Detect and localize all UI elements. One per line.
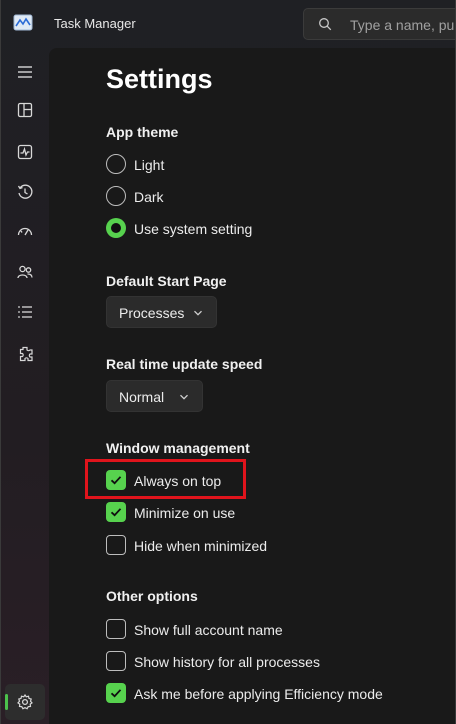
theme-dark-label[interactable]: Dark xyxy=(134,189,164,205)
update-speed-value: Normal xyxy=(119,389,165,405)
efficiency-mode-prompt-checkbox[interactable] xyxy=(106,683,126,703)
default-start-page-heading: Default Start Page xyxy=(106,273,227,289)
nav-details[interactable] xyxy=(5,294,45,330)
nav-performance[interactable] xyxy=(5,134,45,170)
show-history-all-processes-checkbox[interactable] xyxy=(106,651,126,671)
settings-icon xyxy=(17,693,33,710)
theme-dark-radio[interactable] xyxy=(106,186,126,206)
default-start-page-dropdown[interactable]: Processes xyxy=(106,296,217,328)
nav-menu-button[interactable] xyxy=(5,54,45,90)
app-history-icon xyxy=(17,184,33,199)
window-management-heading: Window management xyxy=(106,440,250,456)
sidebar-nav xyxy=(1,48,49,724)
nav-startup-apps[interactable] xyxy=(5,214,45,250)
checkmark-icon xyxy=(110,508,122,517)
show-history-all-processes-label[interactable]: Show history for all processes xyxy=(134,654,320,670)
app-title: Task Manager xyxy=(54,16,136,31)
minimize-on-use-checkbox[interactable] xyxy=(106,502,126,522)
task-manager-app-icon xyxy=(13,14,33,31)
theme-system-label[interactable]: Use system setting xyxy=(134,221,252,237)
highlight-box xyxy=(85,459,246,499)
show-full-account-name-label[interactable]: Show full account name xyxy=(134,622,283,638)
processes-icon xyxy=(17,102,33,118)
hide-when-minimized-checkbox[interactable] xyxy=(106,535,126,555)
search-icon xyxy=(319,18,332,31)
task-manager-window: Task Manager Type a name, pub Settings A… xyxy=(0,0,456,724)
hide-when-minimized-label[interactable]: Hide when minimized xyxy=(134,538,267,554)
services-icon xyxy=(19,346,33,362)
default-start-page-value: Processes xyxy=(119,305,185,321)
theme-light-label[interactable]: Light xyxy=(134,157,164,173)
nav-services[interactable] xyxy=(5,336,45,372)
checkmark-icon xyxy=(110,689,122,698)
performance-icon xyxy=(17,144,33,160)
nav-users[interactable] xyxy=(5,254,45,290)
startup-apps-icon xyxy=(17,227,33,236)
nav-settings[interactable] xyxy=(5,684,45,720)
hamburger-menu-icon xyxy=(18,66,32,78)
users-icon xyxy=(17,265,33,279)
chevron-down-icon xyxy=(194,310,202,316)
page-title: Settings xyxy=(106,64,213,94)
details-icon xyxy=(18,306,32,318)
title-bar: Task Manager Type a name, pub xyxy=(1,0,455,48)
search-box[interactable]: Type a name, pub xyxy=(303,8,455,40)
theme-light-radio[interactable] xyxy=(106,154,126,174)
app-theme-heading: App theme xyxy=(106,124,179,140)
theme-system-radio[interactable] xyxy=(106,218,126,238)
efficiency-mode-prompt-label[interactable]: Ask me before applying Efficiency mode xyxy=(134,686,383,702)
nav-app-history[interactable] xyxy=(5,174,45,210)
other-options-heading: Other options xyxy=(106,588,198,604)
nav-processes[interactable] xyxy=(5,92,45,128)
settings-panel: Settings App theme Light Dark Use system… xyxy=(49,48,455,724)
chevron-down-icon xyxy=(180,394,188,400)
minimize-on-use-label[interactable]: Minimize on use xyxy=(134,505,235,521)
update-speed-dropdown[interactable]: Normal xyxy=(106,380,203,412)
search-input[interactable]: Type a name, pub xyxy=(350,17,455,33)
update-speed-heading: Real time update speed xyxy=(106,356,263,372)
show-full-account-name-checkbox[interactable] xyxy=(106,619,126,639)
